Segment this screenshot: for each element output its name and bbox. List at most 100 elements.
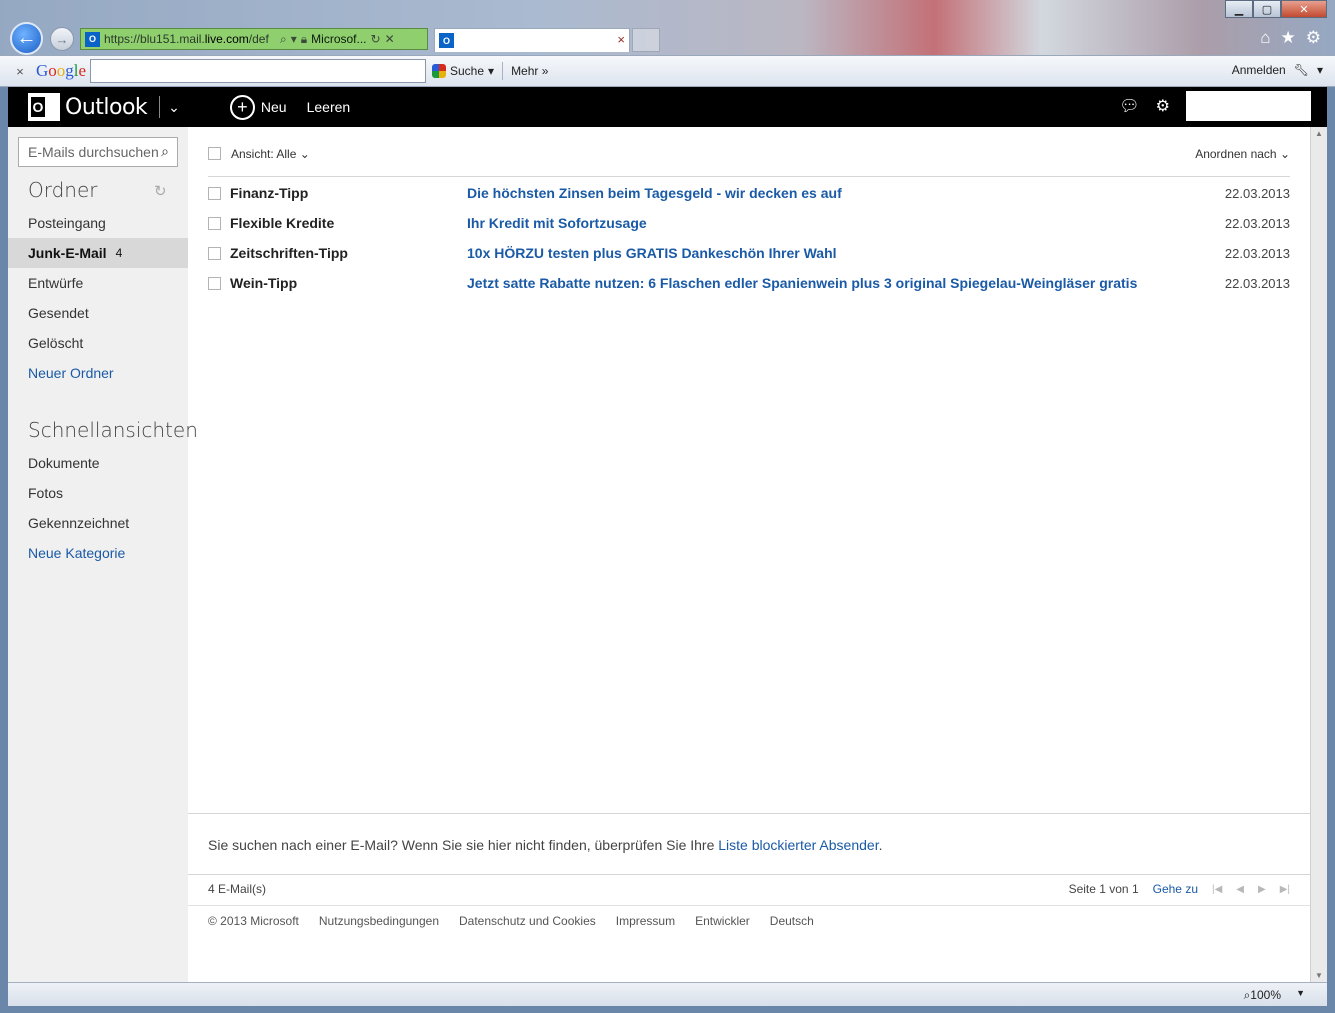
message-row[interactable]: Finanz-Tipp Die höchsten Zinsen beim Tag… — [208, 178, 1290, 208]
browser-tab[interactable]: O × — [434, 28, 630, 52]
window-titlebar: ▁ ▢ ✕ ← → O https://blu151.mail.live.com… — [0, 0, 1335, 55]
last-page-icon[interactable]: ▶| — [1280, 884, 1290, 895]
sort-dropdown[interactable]: Anordnen nach ⌄ — [1195, 147, 1290, 161]
message-checkbox[interactable] — [208, 186, 221, 200]
footer-link-terms[interactable]: Nutzungsbedingungen — [319, 914, 439, 928]
blocked-senders-hint: Sie suchen nach einer E-Mail? Wenn Sie s… — [208, 837, 883, 853]
profile-area[interactable] — [1186, 91, 1311, 121]
refresh-icon[interactable]: ↻ — [371, 32, 381, 46]
chevron-down-icon: ⌄ — [299, 147, 310, 161]
message-checkbox[interactable] — [208, 216, 221, 230]
view-filter-dropdown[interactable]: Ansicht: Alle ⌄ — [231, 147, 310, 161]
next-page-icon[interactable]: ▶ — [1258, 884, 1266, 895]
outlook-favicon-icon: O — [439, 33, 454, 48]
message-subject[interactable]: Die höchsten Zinsen beim Tagesgeld - wir… — [467, 185, 842, 201]
zoom-dropdown-icon[interactable]: ▼ — [1296, 988, 1305, 998]
outlook-favicon-icon: O — [85, 31, 100, 47]
message-count: 4 E-Mail(s) — [208, 882, 267, 896]
settings-gear-icon[interactable]: ⚙ — [1156, 96, 1170, 116]
browser-statusbar: ⌕100% ▼ — [8, 982, 1327, 1006]
dropdown-icon[interactable]: ▾ — [1317, 63, 1323, 77]
folder-inbox[interactable]: Posteingang — [8, 208, 188, 238]
search-icon[interactable]: ⌕ — [161, 143, 169, 160]
folder-deleted[interactable]: Gelöscht — [8, 328, 188, 358]
app-name: Outlook — [65, 94, 148, 120]
unread-count: 4 — [115, 246, 123, 260]
quickview-flagged[interactable]: Gekennzeichnet — [8, 508, 188, 538]
message-row[interactable]: Wein-Tipp Jetzt satte Rabatte nutzen: 6 … — [208, 268, 1290, 298]
browser-top-icons: ⌂ ★ ⚙ — [1260, 28, 1321, 48]
site-identity[interactable]: Microsof... — [311, 32, 366, 46]
address-url[interactable]: https://blu151.mail.live.com/def — [104, 32, 276, 46]
close-tab-icon[interactable]: × — [617, 32, 625, 47]
close-window-button[interactable]: ✕ — [1281, 0, 1327, 18]
message-list-pane: Ansicht: Alle ⌄ Anordnen nach ⌄ Finanz-T… — [188, 127, 1310, 982]
search-icon[interactable]: ⌕ — [280, 32, 287, 47]
favorites-star-icon[interactable]: ★ — [1281, 28, 1296, 48]
folder-drafts[interactable]: Entwürfe — [8, 268, 188, 298]
page-info: Seite 1 von 1 — [1068, 882, 1139, 896]
outlook-logo[interactable]: O Outlook ⌄ — [28, 93, 180, 121]
new-folder-link[interactable]: Neuer Ordner — [8, 358, 188, 388]
blocked-senders-link[interactable]: Liste blockierter Absender — [718, 837, 878, 853]
mail-search-input[interactable]: E-Mails durchsuchen ⌕ — [18, 137, 178, 167]
footer-link-language[interactable]: Deutsch — [770, 914, 814, 928]
message-date: 22.03.2013 — [1224, 185, 1290, 201]
message-sender: Finanz-Tipp — [230, 185, 309, 201]
dropdown-icon[interactable]: ▾ — [291, 32, 297, 46]
home-icon[interactable]: ⌂ — [1260, 28, 1270, 48]
back-button[interactable]: ← — [10, 22, 43, 55]
message-subject[interactable]: Ihr Kredit mit Sofortzusage — [467, 215, 647, 231]
message-subject[interactable]: Jetzt satte Rabatte nutzen: 6 Flaschen e… — [467, 275, 1137, 291]
forward-button[interactable]: → — [50, 27, 74, 51]
maximize-button[interactable]: ▢ — [1253, 0, 1281, 18]
scroll-down-icon[interactable]: ▼ — [1315, 971, 1323, 980]
message-row[interactable]: Flexible Kredite Ihr Kredit mit Sofortzu… — [208, 208, 1290, 238]
minimize-button[interactable]: ▁ — [1225, 0, 1253, 18]
scroll-up-icon[interactable]: ▲ — [1315, 129, 1323, 138]
footer-link-privacy[interactable]: Datenschutz und Cookies — [459, 914, 596, 928]
close-toolbar-icon[interactable]: × — [8, 64, 32, 79]
previous-page-icon[interactable]: ◀ — [1236, 884, 1244, 895]
google-icon — [432, 64, 446, 78]
message-checkbox[interactable] — [208, 246, 221, 260]
wrench-icon[interactable]: 🔧︎ — [1294, 63, 1309, 77]
vertical-scrollbar[interactable]: ▲ ▼ — [1310, 127, 1327, 982]
refresh-icon[interactable]: ↻ — [154, 182, 167, 200]
goto-page-link[interactable]: Gehe zu — [1153, 882, 1198, 896]
list-toolbar: Ansicht: Alle ⌄ Anordnen nach ⌄ — [208, 145, 1290, 165]
message-date: 22.03.2013 — [1224, 215, 1290, 231]
empty-folder-button[interactable]: Leeren — [307, 99, 351, 115]
first-page-icon[interactable]: |◀ — [1212, 884, 1222, 895]
select-all-checkbox[interactable] — [208, 147, 221, 160]
chevron-down-icon[interactable]: ⌄ — [168, 99, 180, 116]
lock-icon[interactable]: 🔒︎ — [301, 32, 307, 47]
zoom-level[interactable]: ⌕100% — [1244, 988, 1281, 1003]
message-sender: Zeitschriften-Tipp — [230, 245, 348, 261]
tools-gear-icon[interactable]: ⚙ — [1306, 28, 1321, 48]
google-search-button[interactable]: Suche ▾ — [432, 64, 494, 78]
stop-icon[interactable]: ✕ — [385, 32, 395, 46]
chevron-down-icon: ⌄ — [1279, 147, 1290, 161]
new-mail-button[interactable]: + Neu — [229, 94, 287, 120]
pagination-bar: 4 E-Mail(s) Seite 1 von 1 Gehe zu |◀ ◀ ▶… — [208, 882, 1290, 896]
footer-link-developers[interactable]: Entwickler — [695, 914, 750, 928]
new-category-link[interactable]: Neue Kategorie — [8, 538, 188, 568]
plus-circle-icon: + — [229, 94, 255, 120]
message-sender: Wein-Tipp — [230, 275, 298, 291]
message-checkbox[interactable] — [208, 276, 221, 290]
footer-link-imprint[interactable]: Impressum — [616, 914, 675, 928]
google-search-input[interactable] — [90, 59, 426, 83]
message-row[interactable]: Zeitschriften-Tipp 10x HÖRZU testen plus… — [208, 238, 1290, 268]
quickview-photos[interactable]: Fotos — [8, 478, 188, 508]
quickview-documents[interactable]: Dokumente — [8, 448, 188, 478]
more-button[interactable]: Mehr » — [511, 64, 548, 78]
folder-sent[interactable]: Gesendet — [8, 298, 188, 328]
message-subject[interactable]: 10x HÖRZU testen plus GRATIS Dankeschön … — [467, 245, 837, 261]
outlook-header: O Outlook ⌄ + Neu Leeren 💬︎ ⚙ — [8, 87, 1327, 127]
signin-button[interactable]: Anmelden — [1232, 63, 1286, 77]
messenger-icon[interactable]: 💬︎ — [1119, 96, 1139, 116]
address-bar[interactable]: O https://blu151.mail.live.com/def ⌕ ▾ 🔒… — [80, 28, 428, 50]
new-tab-button[interactable] — [632, 28, 660, 52]
folder-junk[interactable]: Junk-E-Mail 4 — [8, 238, 188, 268]
